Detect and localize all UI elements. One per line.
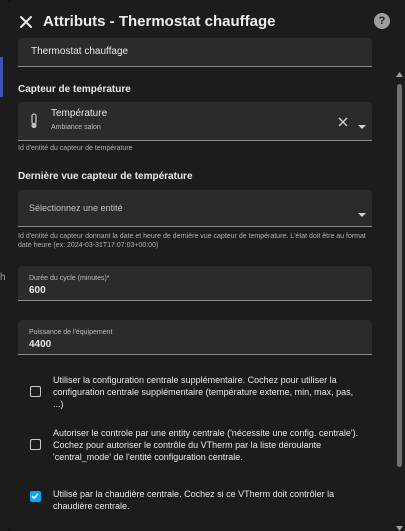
chevron-down-icon[interactable] [358, 118, 366, 136]
scroll-down-icon[interactable] [396, 518, 403, 531]
central-mode-label: Autoriser le controle par une entity cen… [53, 428, 359, 462]
temp-sensor-entity-area: Ambiance salon [51, 124, 101, 131]
cycle-duration-field[interactable]: Durée du cycle (minutes)* 600 [18, 266, 372, 301]
temp-sensor-entity-name: Température [51, 108, 108, 119]
last-seen-placeholder: Sélectionnez une entité [29, 203, 123, 213]
power-field[interactable]: Puissance de l'équipement 4400 [18, 320, 372, 355]
temp-sensor-picker[interactable]: Température Ambiance salon [18, 102, 372, 141]
temp-sensor-helper: Id d'entité du capteur de température [18, 145, 133, 152]
last-seen-title: Dernière vue capteur de température [18, 171, 193, 182]
power-value: 4400 [29, 339, 52, 350]
central-mode-checkbox[interactable] [30, 439, 41, 450]
central-boiler-label: Utilisé par la chaudière centrale. Coche… [53, 489, 335, 511]
clear-icon[interactable] [337, 115, 349, 133]
attributes-dialog: Attributs - Thermostat chauffage ? Therm… [7, 0, 405, 531]
last-seen-helper: Id d'entité du capteur donnant la date e… [18, 233, 366, 249]
chevron-down-icon[interactable] [358, 206, 366, 224]
help-icon[interactable]: ? [374, 13, 390, 29]
cycle-duration-value: 600 [29, 285, 46, 296]
last-seen-picker[interactable]: Sélectionnez une entité [18, 190, 372, 227]
thermometer-icon [29, 113, 39, 134]
scrollbar-thumb[interactable] [397, 84, 402, 467]
close-icon[interactable] [16, 12, 36, 32]
background-accent [0, 57, 3, 97]
central-config-checkbox[interactable] [30, 386, 41, 397]
background-fragment-icon: h [0, 272, 6, 283]
central-boiler-checkbox[interactable] [30, 491, 41, 502]
power-label: Puissance de l'équipement [29, 329, 113, 336]
name-field[interactable]: Thermostat chauffage [18, 38, 372, 67]
cycle-duration-label: Durée du cycle (minutes)* [29, 275, 110, 282]
scroll-up-icon[interactable] [396, 64, 403, 82]
central-config-label: Utiliser la configuration centrale suppl… [53, 375, 354, 409]
temp-sensor-title: Capteur de température [18, 84, 131, 95]
name-field-value: Thermostat chauffage [31, 46, 129, 57]
dialog-title: Attributs - Thermostat chauffage [43, 13, 276, 30]
